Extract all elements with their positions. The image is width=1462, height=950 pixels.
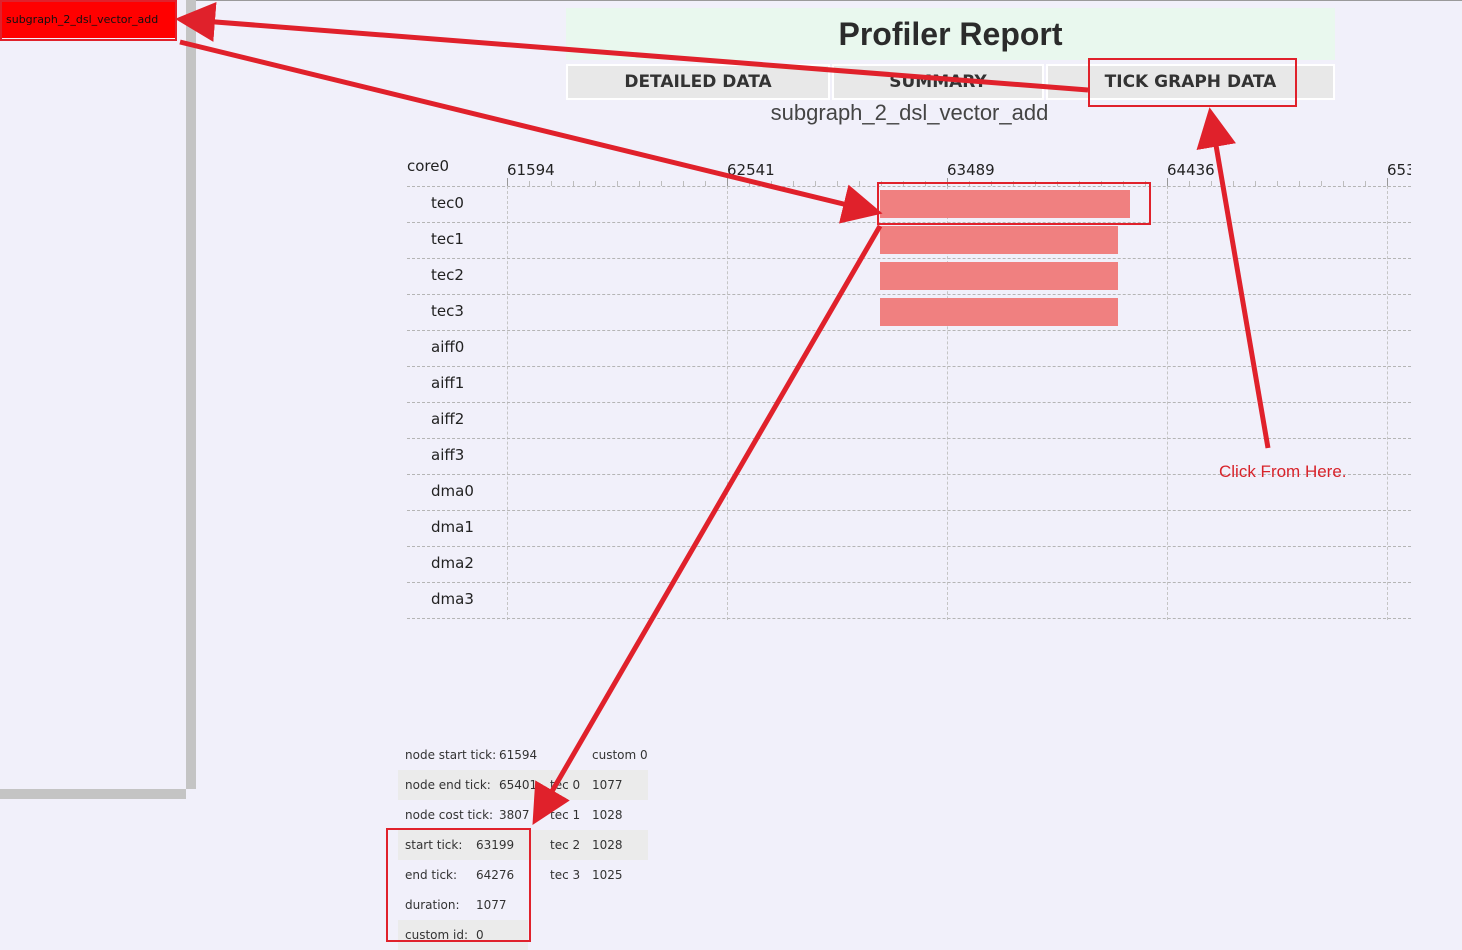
arrow-bar-to-info: [532, 224, 883, 825]
arrow-note-to-tab: [1196, 107, 1271, 449]
annotation-note: Click From Here.: [1219, 462, 1347, 481]
